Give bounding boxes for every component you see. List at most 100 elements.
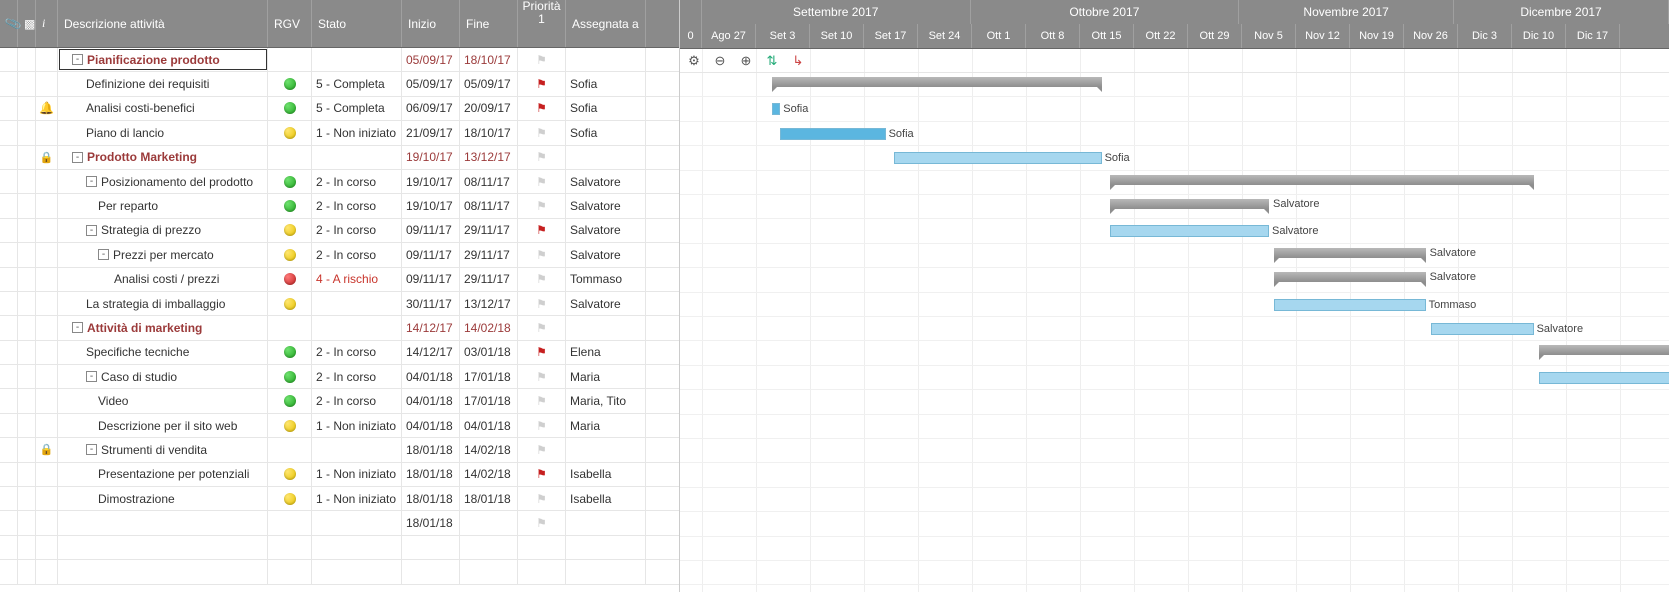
- collapse-toggle[interactable]: -: [86, 444, 97, 455]
- cell-inizio[interactable]: 18/01/18: [402, 487, 460, 510]
- cell-fine[interactable]: 03/01/18: [460, 341, 518, 364]
- cell-stato[interactable]: 2 - In corso: [312, 243, 402, 266]
- cell-info[interactable]: [36, 292, 58, 315]
- cell-fine[interactable]: 18/10/17: [460, 121, 518, 144]
- cell-rgv[interactable]: [268, 243, 312, 266]
- cell-note[interactable]: [18, 365, 36, 388]
- cell-stato[interactable]: 2 - In corso: [312, 194, 402, 217]
- cell-info[interactable]: [36, 316, 58, 339]
- cell-stato[interactable]: [312, 560, 402, 583]
- cell-note[interactable]: [18, 170, 36, 193]
- table-row[interactable]: -Caso di studio2 - In corso04/01/1817/01…: [0, 365, 679, 389]
- cell-rgv[interactable]: [268, 268, 312, 291]
- cell-description[interactable]: -Prodotto Marketing: [58, 146, 268, 169]
- cell-assegnata[interactable]: Maria: [566, 414, 646, 437]
- cell-rgv[interactable]: [268, 316, 312, 339]
- cell-description[interactable]: Dimostrazione: [58, 487, 268, 510]
- cell-description[interactable]: Descrizione per il sito web: [58, 414, 268, 437]
- gantt-task-bar[interactable]: Sofia: [894, 152, 1102, 164]
- gantt-summary-bar[interactable]: [772, 77, 1101, 87]
- cell-priorita[interactable]: ⚑: [518, 292, 566, 315]
- cell-priorita[interactable]: ⚑: [518, 365, 566, 388]
- cell-assegnata[interactable]: Maria, Tito: [566, 389, 646, 412]
- gantt-body[interactable]: SofiaSofiaSofiaSalvatoreSalvatoreSalvato…: [680, 73, 1669, 592]
- cell-note[interactable]: [18, 292, 36, 315]
- cell-fine[interactable]: 13/12/17: [460, 292, 518, 315]
- cell-description[interactable]: Video: [58, 389, 268, 412]
- cell-inizio[interactable]: 05/09/17: [402, 72, 460, 95]
- cell-assegnata[interactable]: Isabella: [566, 487, 646, 510]
- table-row[interactable]: Presentazione per potenziali1 - Non iniz…: [0, 463, 679, 487]
- table-row[interactable]: Definizione dei requisiti5 - Completa05/…: [0, 72, 679, 96]
- cell-rgv[interactable]: [268, 219, 312, 242]
- cell-priorita[interactable]: ⚑: [518, 341, 566, 364]
- table-row[interactable]: -Pianificazione prodotto05/09/1718/10/17…: [0, 48, 679, 72]
- cell-fine[interactable]: 29/11/17: [460, 268, 518, 291]
- gantt-task-bar[interactable]: Salvatore: [1110, 225, 1269, 237]
- cell-inizio[interactable]: 09/11/17: [402, 268, 460, 291]
- table-row[interactable]: -Prezzi per mercato2 - In corso09/11/172…: [0, 243, 679, 267]
- col-assegnata[interactable]: Assegnata a: [566, 0, 646, 47]
- cell-fine[interactable]: 29/11/17: [460, 243, 518, 266]
- cell-inizio[interactable]: 09/11/17: [402, 219, 460, 242]
- indent-icon[interactable]: ↳: [790, 53, 806, 69]
- cell-rgv[interactable]: [268, 97, 312, 120]
- cell-assegnata[interactable]: [566, 560, 646, 583]
- cell-attachment[interactable]: [0, 268, 18, 291]
- cell-assegnata[interactable]: Salvatore: [566, 194, 646, 217]
- cell-note[interactable]: [18, 536, 36, 559]
- cell-note[interactable]: [18, 438, 36, 461]
- table-row[interactable]: 🔒-Strumenti di vendita18/01/1814/02/18⚑: [0, 438, 679, 462]
- cell-attachment[interactable]: [0, 194, 18, 217]
- cell-rgv[interactable]: [268, 72, 312, 95]
- cell-fine[interactable]: 17/01/18: [460, 389, 518, 412]
- cell-assegnata[interactable]: Maria: [566, 365, 646, 388]
- cell-priorita[interactable]: ⚑: [518, 414, 566, 437]
- cell-rgv[interactable]: [268, 292, 312, 315]
- cell-priorita[interactable]: ⚑: [518, 121, 566, 144]
- sort-icon[interactable]: ⇅: [764, 53, 780, 69]
- cell-priorita[interactable]: ⚑: [518, 487, 566, 510]
- cell-stato[interactable]: [312, 438, 402, 461]
- cell-inizio[interactable]: 19/10/17: [402, 146, 460, 169]
- cell-description[interactable]: -Pianificazione prodotto: [58, 48, 268, 71]
- col-attachment[interactable]: 📎: [0, 0, 18, 47]
- cell-info[interactable]: [36, 341, 58, 364]
- cell-attachment[interactable]: [0, 463, 18, 486]
- cell-assegnata[interactable]: Tommaso: [566, 268, 646, 291]
- cell-attachment[interactable]: [0, 170, 18, 193]
- cell-attachment[interactable]: [0, 292, 18, 315]
- cell-priorita[interactable]: ⚑: [518, 146, 566, 169]
- cell-description[interactable]: -Attività di marketing: [58, 316, 268, 339]
- cell-attachment[interactable]: [0, 121, 18, 144]
- collapse-toggle[interactable]: -: [72, 322, 83, 333]
- cell-note[interactable]: [18, 268, 36, 291]
- cell-fine[interactable]: 04/01/18: [460, 414, 518, 437]
- cell-inizio[interactable]: 21/09/17: [402, 121, 460, 144]
- cell-info[interactable]: [36, 511, 58, 534]
- cell-note[interactable]: [18, 487, 36, 510]
- cell-description[interactable]: -Caso di studio: [58, 365, 268, 388]
- table-row[interactable]: Per reparto2 - In corso19/10/1708/11/17⚑…: [0, 194, 679, 218]
- table-row[interactable]: La strategia di imballaggio30/11/1713/12…: [0, 292, 679, 316]
- cell-inizio[interactable]: 04/01/18: [402, 414, 460, 437]
- cell-attachment[interactable]: [0, 511, 18, 534]
- cell-inizio[interactable]: 14/12/17: [402, 316, 460, 339]
- cell-stato[interactable]: 1 - Non iniziato: [312, 121, 402, 144]
- cell-attachment[interactable]: [0, 48, 18, 71]
- cell-priorita[interactable]: ⚑: [518, 219, 566, 242]
- cell-stato[interactable]: 2 - In corso: [312, 365, 402, 388]
- cell-info[interactable]: [36, 414, 58, 437]
- cell-priorita[interactable]: ⚑: [518, 72, 566, 95]
- cell-assegnata[interactable]: [566, 48, 646, 71]
- cell-rgv[interactable]: [268, 121, 312, 144]
- cell-info[interactable]: [36, 170, 58, 193]
- cell-note[interactable]: [18, 219, 36, 242]
- cell-fine[interactable]: 29/11/17: [460, 219, 518, 242]
- cell-note[interactable]: [18, 560, 36, 583]
- cell-rgv[interactable]: [268, 365, 312, 388]
- table-row[interactable]: [0, 536, 679, 560]
- cell-priorita[interactable]: ⚑: [518, 438, 566, 461]
- gantt-task-bar[interactable]: Tommaso: [1274, 299, 1425, 311]
- cell-stato[interactable]: 1 - Non iniziato: [312, 463, 402, 486]
